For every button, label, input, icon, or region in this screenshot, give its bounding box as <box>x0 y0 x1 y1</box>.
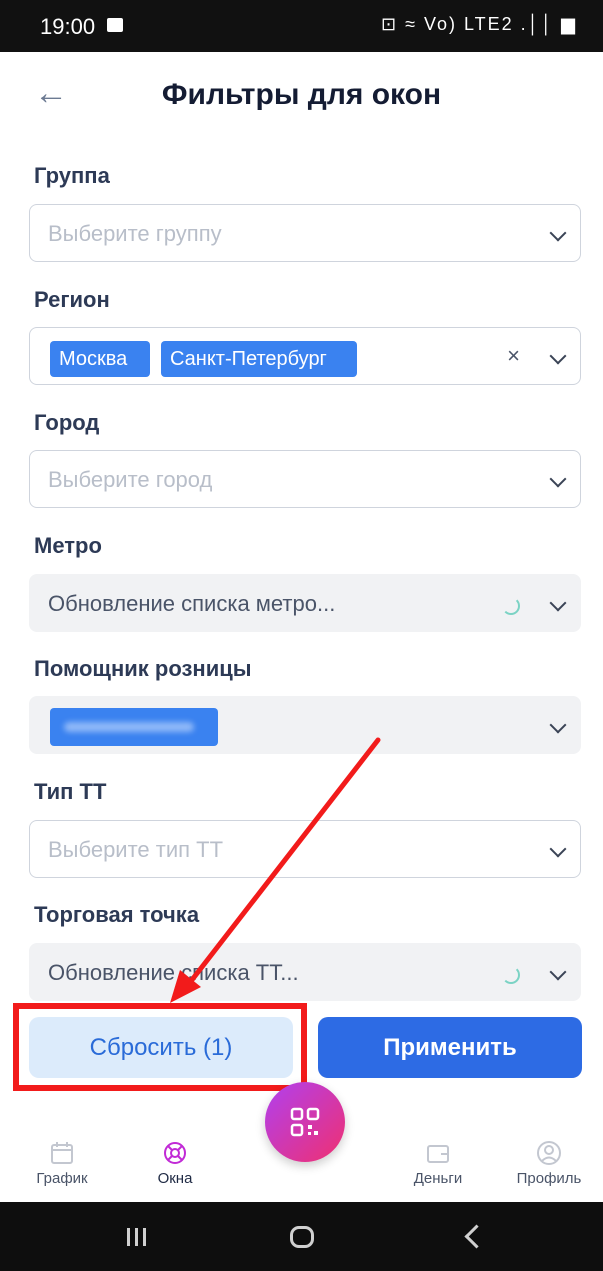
assistant-select[interactable] <box>29 696 581 754</box>
group-placeholder: Выберите группу <box>48 221 222 246</box>
metro-select: Обновление списка метро... <box>29 574 581 632</box>
lifebuoy-icon <box>164 1142 186 1164</box>
tab-windows[interactable]: Окна <box>125 1140 225 1187</box>
outlet-select: Обновление списка ТТ... <box>29 943 581 1001</box>
outlet-label: Торговая точка <box>34 902 200 927</box>
tab-label: Окна <box>157 1170 193 1187</box>
status-bar: 19:00 ⊡ ≈ Vo) LTE2 .││ ▆ <box>0 0 603 52</box>
tt-type-label: Тип ТТ <box>34 779 107 804</box>
gallery-icon <box>107 18 123 32</box>
chevron-down-icon <box>549 224 567 242</box>
region-label: Регион <box>34 287 110 312</box>
chevron-down-icon <box>549 963 567 981</box>
assistant-tag-blurred[interactable] <box>50 708 218 746</box>
back-icon[interactable] <box>464 1224 489 1249</box>
qr-code-icon <box>290 1107 320 1137</box>
user-icon <box>537 1141 561 1165</box>
loading-spinner-icon <box>502 966 520 984</box>
apply-button[interactable]: Применить <box>318 1017 582 1078</box>
tab-money[interactable]: Деньги <box>388 1140 488 1187</box>
tt-type-select[interactable]: Выберите тип ТТ <box>29 820 581 878</box>
status-time: 19:00 <box>40 14 96 39</box>
assistant-label: Помощник розницы <box>34 656 252 681</box>
city-placeholder: Выберите город <box>48 467 213 492</box>
region-tag[interactable]: Москва <box>50 341 150 377</box>
group-select[interactable]: Выберите группу <box>29 204 581 262</box>
tt-type-placeholder: Выберите тип ТТ <box>48 837 224 862</box>
chevron-down-icon <box>549 470 567 488</box>
metro-loading-text: Обновление списка метро... <box>48 591 336 616</box>
tab-schedule[interactable]: График <box>12 1140 112 1187</box>
recent-apps-icon[interactable] <box>127 1228 147 1246</box>
city-select[interactable]: Выберите город <box>29 450 581 508</box>
highlight-box <box>13 1003 307 1091</box>
group-label: Группа <box>34 163 110 188</box>
chevron-down-icon <box>549 594 567 612</box>
wallet-icon <box>427 1145 449 1163</box>
chevron-down-icon <box>549 840 567 858</box>
metro-label: Метро <box>34 533 102 558</box>
page-title: Фильтры для окон <box>161 78 442 111</box>
tab-label: Профиль <box>516 1170 582 1187</box>
region-tag[interactable]: Санкт-Петербург <box>161 341 357 377</box>
tab-label: График <box>36 1170 88 1187</box>
calendar-icon <box>51 1142 73 1164</box>
chevron-down-icon <box>549 716 567 734</box>
status-icons: ⊡ ≈ Vo) LTE2 .││ ▆ <box>380 14 577 34</box>
tab-label: Деньги <box>413 1170 463 1187</box>
home-icon[interactable] <box>290 1226 314 1248</box>
chevron-down-icon <box>549 347 567 365</box>
region-select[interactable]: Москва Санкт-Петербург × <box>29 327 581 385</box>
qr-scan-button[interactable] <box>265 1082 345 1162</box>
loading-spinner-icon <box>502 597 520 615</box>
system-nav-bar <box>0 1202 603 1271</box>
outlet-loading-text: Обновление списка ТТ... <box>48 960 299 985</box>
clear-icon[interactable]: × <box>507 343 520 369</box>
city-label: Город <box>34 410 100 435</box>
header: ← Фильтры для окон <box>0 52 603 142</box>
tab-profile[interactable]: Профиль <box>499 1140 599 1187</box>
